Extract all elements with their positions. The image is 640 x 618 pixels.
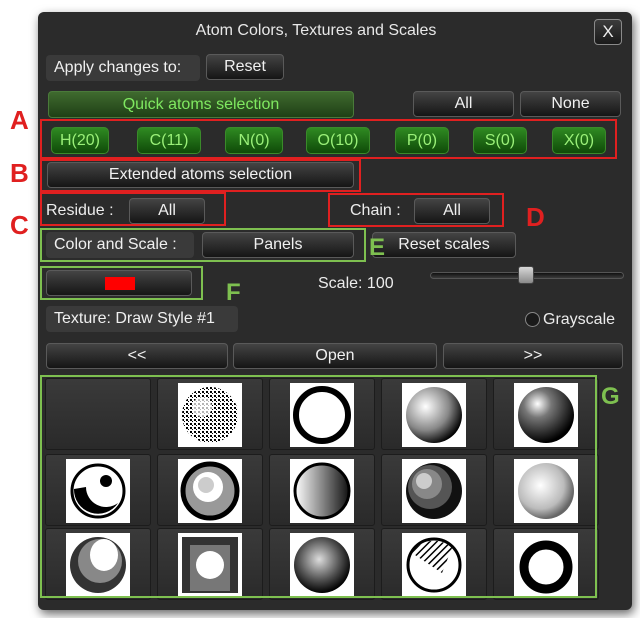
reset-scales-button[interactable]: Reset scales [372,232,516,258]
annotation-letter-g: G [601,383,620,410]
annotation-box-b [40,159,361,192]
annotation-letter-a: A [10,105,29,135]
reset-button[interactable]: Reset [206,54,284,80]
scale-slider-thumb[interactable] [518,266,534,284]
next-page-button[interactable]: >> [443,343,623,369]
dialog-title: Atom Colors, Textures and Scales [195,22,437,39]
texture-label: Texture: Draw Style #1 [46,306,238,332]
annotation-letter-b: B [10,158,29,188]
annotation-letter-d: D [526,202,545,232]
annotation-letter-f: F [226,279,241,306]
annotation-box-g [40,375,597,598]
apply-changes-label: Apply changes to: [46,55,200,81]
annotation-box-c [40,192,226,226]
open-texture-button[interactable]: Open [233,343,437,369]
previous-page-button[interactable]: << [46,343,228,369]
grayscale-label: Grayscale [543,311,616,328]
annotation-box-a [40,119,617,159]
quick-atoms-selection-tab[interactable]: Quick atoms selection [48,91,354,118]
select-all-button[interactable]: All [413,91,514,117]
grayscale-checkbox[interactable] [525,312,540,327]
annotation-box-d [328,193,504,227]
scale-value-label: Scale: 100 [318,275,394,292]
annotation-box-f [40,266,203,300]
annotation-letter-c: C [10,210,29,240]
select-none-button[interactable]: None [520,91,621,117]
close-button[interactable]: X [594,19,622,45]
annotation-letter-e: E [369,234,386,261]
annotation-box-e [40,228,366,262]
